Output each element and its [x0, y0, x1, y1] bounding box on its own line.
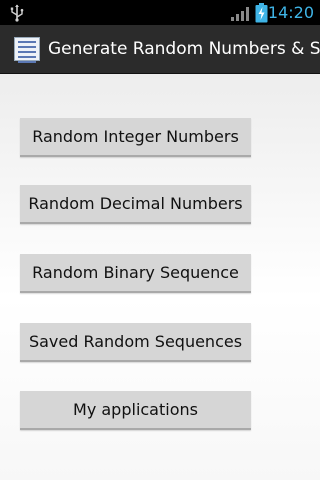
my-applications-button[interactable]: My applications — [20, 391, 251, 430]
action-bar: Generate Random Numbers & Seq — [0, 25, 320, 74]
app-icon[interactable] — [14, 37, 40, 63]
main-content: Random Integer Numbers Random Decimal Nu… — [0, 74, 320, 480]
battery-charging-icon — [255, 3, 268, 23]
clock: 14:20 — [267, 3, 314, 22]
status-bar: 14:20 — [0, 0, 320, 25]
app-title: Generate Random Numbers & Seq — [48, 39, 320, 59]
saved-random-sequences-button[interactable]: Saved Random Sequences — [20, 323, 251, 362]
random-binary-sequence-button[interactable]: Random Binary Sequence — [20, 254, 251, 293]
random-decimal-numbers-button[interactable]: Random Decimal Numbers — [20, 185, 251, 224]
signal-icon — [231, 7, 249, 21]
usb-icon — [10, 4, 24, 22]
random-integer-numbers-button[interactable]: Random Integer Numbers — [20, 118, 251, 157]
